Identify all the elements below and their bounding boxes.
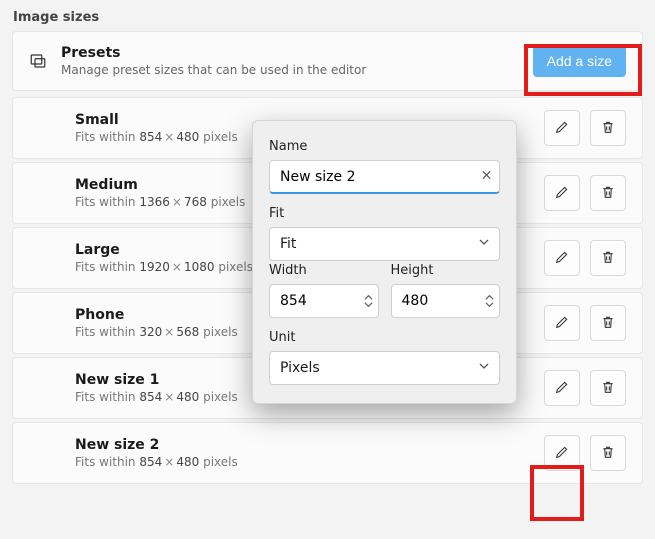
width-input[interactable]	[269, 284, 379, 318]
height-input[interactable]	[391, 284, 501, 318]
trash-icon	[600, 119, 616, 138]
name-input[interactable]	[269, 160, 500, 194]
delete-button[interactable]	[590, 110, 626, 146]
pencil-icon	[554, 379, 570, 398]
pencil-icon	[554, 249, 570, 268]
pencil-icon	[554, 444, 570, 463]
edit-button[interactable]	[544, 240, 580, 276]
presets-subtitle: Manage preset sizes that can be used in …	[61, 63, 519, 77]
edit-button[interactable]	[544, 370, 580, 406]
name-label: Name	[269, 139, 500, 154]
unit-value: Pixels	[280, 360, 320, 376]
width-label: Width	[269, 263, 379, 278]
unit-select[interactable]: Pixels	[269, 351, 500, 385]
delete-button[interactable]	[590, 435, 626, 471]
edit-size-popup: Name Fit Fit Width Height	[252, 120, 517, 404]
trash-icon	[600, 379, 616, 398]
pencil-icon	[554, 314, 570, 333]
edit-button[interactable]	[544, 175, 580, 211]
height-label: Height	[391, 263, 501, 278]
edit-button[interactable]	[544, 110, 580, 146]
fit-label: Fit	[269, 206, 500, 221]
presets-icon	[29, 52, 47, 70]
preset-subtitle: Fits within 854×480 pixels	[75, 455, 534, 469]
edit-button[interactable]	[544, 435, 580, 471]
trash-icon	[600, 314, 616, 333]
trash-icon	[600, 444, 616, 463]
presets-header: Presets Manage preset sizes that can be …	[12, 31, 643, 91]
section-title: Image sizes	[13, 10, 643, 25]
height-stepper[interactable]	[485, 295, 494, 308]
unit-label: Unit	[269, 330, 500, 345]
fit-value: Fit	[280, 236, 296, 252]
edit-button[interactable]	[544, 305, 580, 341]
delete-button[interactable]	[590, 370, 626, 406]
delete-button[interactable]	[590, 175, 626, 211]
delete-button[interactable]	[590, 240, 626, 276]
presets-title: Presets	[61, 45, 519, 61]
preset-name: New size 2	[75, 437, 534, 453]
clear-name-icon[interactable]	[481, 170, 492, 185]
trash-icon	[600, 184, 616, 203]
width-stepper[interactable]	[364, 295, 373, 308]
pencil-icon	[554, 184, 570, 203]
pencil-icon	[554, 119, 570, 138]
fit-select[interactable]: Fit	[269, 227, 500, 261]
add-size-button[interactable]: Add a size	[533, 45, 626, 77]
trash-icon	[600, 249, 616, 268]
delete-button[interactable]	[590, 305, 626, 341]
preset-row: New size 2 Fits within 854×480 pixels	[12, 422, 643, 484]
